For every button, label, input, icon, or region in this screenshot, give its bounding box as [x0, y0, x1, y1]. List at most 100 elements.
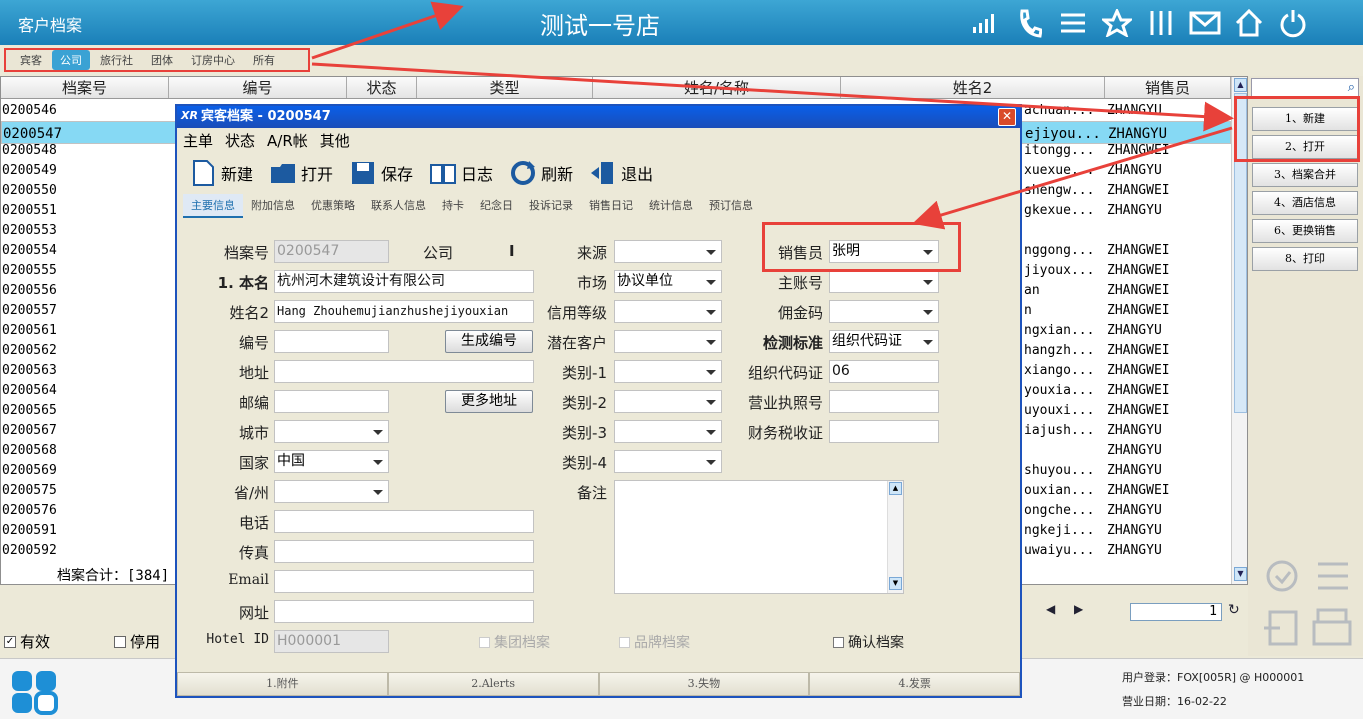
menu-ar[interactable]: A/R帐	[267, 130, 308, 151]
change-sales-button[interactable]: 6、更换销售	[1252, 219, 1358, 243]
category3-select[interactable]	[614, 420, 722, 443]
refresh-tool-button[interactable]: 刷新	[503, 156, 579, 190]
tab-travel-agency[interactable]: 旅行社	[92, 50, 141, 70]
column-header[interactable]: 姓名2	[841, 77, 1105, 98]
check-standard-select[interactable]: 组织代码证	[829, 330, 939, 353]
menu-status[interactable]: 状态	[225, 130, 255, 151]
group-profile-checkbox[interactable]: 集团档案	[479, 632, 550, 652]
confirm-profile-checkbox[interactable]: 确认档案	[833, 632, 904, 652]
potential-select[interactable]	[614, 330, 722, 353]
checkbox-box[interactable]: ✓	[4, 635, 16, 648]
print-button[interactable]: 8、打印	[1252, 247, 1358, 271]
org-code-field[interactable]: 06	[829, 360, 939, 383]
main-account-select[interactable]	[829, 270, 939, 293]
column-header[interactable]: 类型	[417, 77, 593, 98]
scroll-up-icon[interactable]: ▲	[1234, 78, 1247, 92]
license-field[interactable]	[829, 390, 939, 413]
brand-profile-checkbox[interactable]: 品牌档案	[619, 632, 690, 652]
search-icon[interactable]: ⌕	[1348, 80, 1355, 95]
shortcut-icons[interactable]	[1262, 556, 1362, 656]
market-select[interactable]: 协议单位	[614, 270, 722, 293]
scroll-down-icon[interactable]: ▼	[1234, 567, 1247, 581]
search-input[interactable]: ⌕	[1251, 78, 1359, 98]
source-select[interactable]	[614, 240, 722, 263]
tab-booking-center[interactable]: 订房中心	[183, 50, 243, 70]
star-icon[interactable]	[1100, 6, 1134, 40]
category4-select[interactable]	[614, 450, 722, 473]
tab-statistics[interactable]: 统计信息	[641, 194, 701, 218]
hotel-id-field[interactable]: H000001	[274, 630, 389, 653]
menu-main[interactable]: 主单	[183, 130, 213, 151]
next-page-icon[interactable]: ▶	[1074, 602, 1083, 616]
mail-icon[interactable]	[1188, 6, 1222, 40]
checkbox-box[interactable]	[833, 636, 844, 648]
home-icon[interactable]	[1232, 6, 1266, 40]
fax-field[interactable]	[274, 540, 534, 563]
checkbox-box[interactable]	[114, 635, 126, 648]
name-field[interactable]: 杭州河木建筑设计有限公司	[274, 270, 534, 293]
category1-select[interactable]	[614, 360, 722, 383]
tab-company[interactable]: 公司	[52, 50, 90, 70]
checkbox-box[interactable]	[619, 636, 630, 648]
country-select[interactable]: 中国	[274, 450, 389, 473]
tab-booking-info[interactable]: 预订信息	[701, 194, 761, 218]
merge-button[interactable]: 3、档案合并	[1252, 163, 1358, 187]
scroll-up-icon[interactable]: ▲	[889, 482, 902, 495]
province-select[interactable]	[274, 480, 389, 503]
columns-icon[interactable]	[1144, 6, 1178, 40]
zip-field[interactable]	[274, 390, 389, 413]
scroll-down-icon[interactable]: ▼	[889, 577, 902, 590]
exit-tool-button[interactable]: 退出	[583, 156, 659, 190]
tab-complaints[interactable]: 投诉记录	[521, 194, 581, 218]
column-header[interactable]: 状态	[347, 77, 417, 98]
log-tool-button[interactable]: 日志	[423, 156, 499, 190]
website-field[interactable]	[274, 600, 534, 623]
tab-cards[interactable]: 持卡	[434, 194, 472, 218]
tab-contacts[interactable]: 联系人信息	[363, 194, 434, 218]
disabled-checkbox[interactable]: 停用	[114, 631, 160, 652]
tab-invoices[interactable]: 4.发票	[809, 672, 1020, 696]
tab-guest[interactable]: 宾客	[12, 50, 50, 70]
phone-icon[interactable]	[1012, 6, 1046, 40]
tab-all[interactable]: 所有	[245, 50, 283, 70]
more-address-button[interactable]: 更多地址	[445, 390, 533, 413]
name2-field[interactable]: Hang Zhouhemujianzhushejiyouxian	[274, 300, 534, 323]
address-field[interactable]	[274, 360, 534, 383]
close-icon[interactable]: ✕	[998, 108, 1016, 126]
credit-select[interactable]	[614, 300, 722, 323]
file-no-field[interactable]: 0200547	[274, 240, 389, 263]
tab-extra-info[interactable]: 附加信息	[243, 194, 303, 218]
save-tool-button[interactable]: 保存	[343, 156, 419, 190]
page-input[interactable]: 1	[1130, 603, 1222, 621]
tab-sales-diary[interactable]: 销售日记	[581, 194, 641, 218]
prev-page-icon[interactable]: ◀	[1046, 602, 1055, 616]
column-header[interactable]: 姓名/名称	[593, 77, 841, 98]
valid-checkbox[interactable]: ✓ 有效	[4, 631, 50, 652]
category2-select[interactable]	[614, 390, 722, 413]
remarks-scrollbar[interactable]: ▲ ▼	[887, 481, 903, 593]
refresh-icon[interactable]: ↻	[1228, 602, 1240, 618]
hotel-info-button[interactable]: 4、酒店信息	[1252, 191, 1358, 215]
tab-anniversary[interactable]: 纪念日	[472, 194, 521, 218]
column-header[interactable]: 销售员	[1105, 77, 1231, 98]
phone-field[interactable]	[274, 510, 534, 533]
city-select[interactable]	[274, 420, 389, 443]
tab-main-info[interactable]: 主要信息	[183, 194, 243, 218]
tab-lost-found[interactable]: 3.失物	[598, 672, 810, 696]
email-field[interactable]	[274, 570, 534, 593]
column-header[interactable]: 编号	[169, 77, 347, 98]
tax-cert-field[interactable]	[829, 420, 939, 443]
menu-icon[interactable]	[1056, 6, 1090, 40]
tab-discount[interactable]: 优惠策略	[303, 194, 363, 218]
menu-other[interactable]: 其他	[320, 130, 350, 151]
checkbox-box[interactable]	[479, 636, 490, 648]
tab-alerts[interactable]: 2.Alerts	[387, 672, 599, 696]
new-tool-button[interactable]: 新建	[183, 156, 259, 190]
column-header[interactable]: 档案号	[1, 77, 169, 98]
power-icon[interactable]	[1276, 6, 1310, 40]
generate-code-button[interactable]: 生成编号	[445, 330, 533, 353]
commission-select[interactable]	[829, 300, 939, 323]
remarks-textarea[interactable]: ▲ ▼	[614, 480, 904, 594]
tab-attachments[interactable]: 1.附件	[177, 672, 388, 696]
code-field[interactable]	[274, 330, 389, 353]
